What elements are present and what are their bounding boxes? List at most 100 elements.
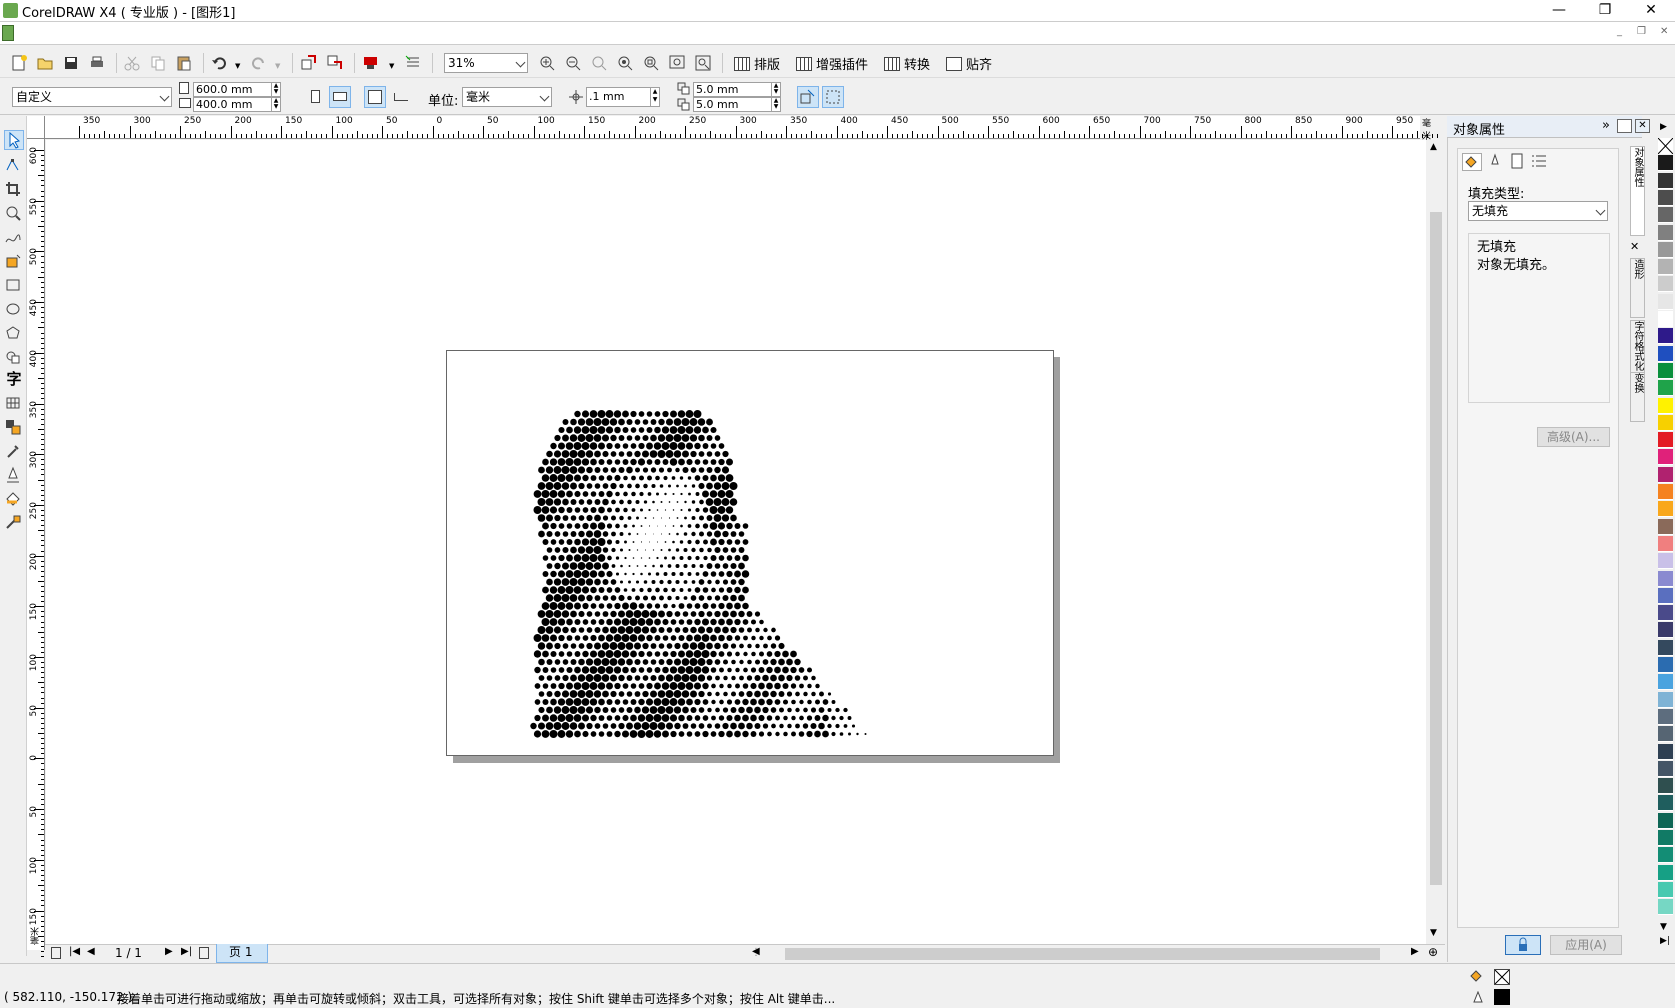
color-swatch[interactable] bbox=[1658, 414, 1673, 431]
application-launcher-icon[interactable] bbox=[362, 54, 382, 72]
page-tab[interactable]: 页 1 bbox=[216, 944, 268, 963]
page-size-preset-combo[interactable]: 自定义 bbox=[12, 87, 172, 107]
side-tab-object-properties[interactable]: 对象属性 bbox=[1630, 146, 1645, 236]
color-swatch[interactable] bbox=[1658, 311, 1673, 327]
enhanced-plugins-button[interactable]: 增强插件 bbox=[796, 54, 868, 73]
color-swatch[interactable] bbox=[1658, 812, 1673, 829]
color-swatch[interactable] bbox=[1658, 362, 1673, 379]
color-swatch[interactable] bbox=[1658, 760, 1673, 777]
docker-minimize-icon[interactable] bbox=[1617, 119, 1632, 133]
color-swatch[interactable] bbox=[1658, 830, 1673, 846]
zoom-in-icon[interactable] bbox=[538, 54, 558, 72]
color-swatch[interactable] bbox=[1658, 864, 1673, 881]
horizontal-scroll-thumb[interactable] bbox=[785, 948, 1380, 960]
halftone-portrait-image[interactable] bbox=[447, 351, 1055, 757]
restore-button[interactable]: ❐ bbox=[1583, 0, 1627, 21]
color-swatch[interactable] bbox=[1658, 743, 1673, 760]
color-swatch[interactable] bbox=[1658, 293, 1673, 310]
color-swatch[interactable] bbox=[1658, 276, 1673, 293]
color-swatch[interactable] bbox=[1658, 224, 1673, 241]
color-swatch[interactable] bbox=[1658, 778, 1673, 795]
zoom-selected-icon[interactable] bbox=[590, 54, 610, 72]
color-swatch[interactable] bbox=[1658, 380, 1673, 397]
basic-shapes-tool-icon[interactable] bbox=[4, 348, 24, 368]
color-swatch[interactable] bbox=[1658, 622, 1673, 639]
docker-expand-icon[interactable]: » bbox=[1602, 118, 1610, 133]
color-swatch[interactable] bbox=[1658, 570, 1673, 587]
minimize-button[interactable]: — bbox=[1537, 0, 1581, 21]
side-tab-shaping[interactable]: 造形 bbox=[1630, 258, 1645, 318]
palette-flyout-icon[interactable]: ▶ bbox=[1660, 122, 1667, 132]
color-swatch[interactable] bbox=[1658, 726, 1673, 743]
color-swatch[interactable] bbox=[1658, 553, 1673, 570]
crop-tool-icon[interactable] bbox=[4, 180, 24, 200]
color-swatch[interactable] bbox=[1658, 155, 1673, 172]
add-page-after-icon[interactable] bbox=[199, 947, 209, 959]
redo-dropdown-icon[interactable]: ▼ bbox=[275, 62, 280, 70]
undo-icon[interactable] bbox=[210, 54, 230, 72]
smart-fill-tool-icon[interactable] bbox=[4, 252, 24, 272]
zoom-page-width-icon[interactable] bbox=[668, 54, 688, 72]
layout-button[interactable]: 排版 bbox=[734, 54, 780, 73]
document-icon[interactable] bbox=[2, 25, 14, 41]
mdi-close-button[interactable]: ✕ bbox=[1660, 26, 1668, 37]
color-swatch[interactable] bbox=[1658, 328, 1673, 345]
no-color-swatch[interactable] bbox=[1658, 138, 1673, 154]
color-swatch[interactable] bbox=[1658, 657, 1673, 673]
side-tab-transform[interactable]: 变换 bbox=[1630, 372, 1645, 422]
color-swatch[interactable] bbox=[1658, 397, 1673, 414]
color-swatch[interactable] bbox=[1658, 535, 1673, 552]
color-swatch[interactable] bbox=[1658, 172, 1673, 189]
portrait-icon[interactable] bbox=[304, 86, 326, 108]
color-swatch[interactable] bbox=[1658, 587, 1673, 604]
last-page-icon[interactable]: ▶| bbox=[181, 946, 192, 957]
next-page-icon[interactable]: ▶ bbox=[165, 946, 173, 957]
color-swatch[interactable] bbox=[1658, 345, 1673, 362]
lock-button[interactable] bbox=[1505, 935, 1541, 955]
interactive-fill-tool-icon[interactable] bbox=[4, 514, 24, 534]
color-swatch[interactable] bbox=[1658, 674, 1673, 691]
add-page-before-icon[interactable] bbox=[51, 947, 61, 959]
color-swatch[interactable] bbox=[1658, 691, 1673, 708]
nudge-distance-field[interactable]: .1 mm ▲ ▼ bbox=[586, 87, 660, 107]
eyedropper-tool-icon[interactable] bbox=[4, 442, 24, 462]
drawing-page[interactable] bbox=[446, 350, 1054, 756]
color-swatch[interactable] bbox=[1658, 449, 1673, 466]
undo-dropdown-icon[interactable]: ▼ bbox=[235, 62, 240, 70]
interactive-blend-tool-icon[interactable] bbox=[4, 418, 24, 438]
navigator-icon[interactable]: ⊕ bbox=[1428, 945, 1438, 959]
color-swatch[interactable] bbox=[1658, 795, 1673, 812]
current-page-icon[interactable] bbox=[390, 86, 412, 108]
advanced-button[interactable]: 高级(A)... bbox=[1537, 427, 1610, 447]
save-icon[interactable] bbox=[62, 54, 82, 72]
snap-button[interactable]: 贴齐 bbox=[946, 54, 992, 73]
side-tab-close-icon[interactable]: ✕ bbox=[1630, 240, 1639, 253]
pick-tool-icon[interactable] bbox=[4, 130, 24, 150]
duplicate-distance-x-field[interactable]: 5.0 mm ▲ ▼ bbox=[693, 82, 781, 97]
cut-icon[interactable] bbox=[123, 54, 143, 72]
color-swatch[interactable] bbox=[1658, 501, 1673, 518]
copy-icon[interactable] bbox=[149, 54, 169, 72]
paste-icon[interactable] bbox=[175, 54, 195, 72]
redo-icon[interactable] bbox=[250, 54, 270, 72]
palette-scroll-down-icon[interactable]: ▼ bbox=[1660, 922, 1667, 932]
color-swatch[interactable] bbox=[1658, 518, 1673, 535]
color-swatch[interactable] bbox=[1658, 899, 1673, 916]
show-object-bounds-icon[interactable] bbox=[822, 86, 844, 108]
table-tool-icon[interactable] bbox=[4, 394, 24, 414]
color-swatch[interactable] bbox=[1658, 207, 1673, 224]
polygon-tool-icon[interactable] bbox=[4, 324, 24, 344]
all-pages-icon[interactable] bbox=[364, 86, 386, 108]
scroll-right-icon[interactable]: ▶ bbox=[1411, 946, 1419, 957]
fill-type-combo[interactable]: 无填充 bbox=[1468, 201, 1608, 221]
color-swatch[interactable] bbox=[1658, 708, 1673, 725]
convert-button[interactable]: 转换 bbox=[884, 54, 930, 73]
freehand-tool-icon[interactable] bbox=[4, 228, 24, 248]
summary-tab-icon[interactable] bbox=[1530, 153, 1550, 171]
zoom-out-icon[interactable] bbox=[564, 54, 584, 72]
color-swatch[interactable] bbox=[1658, 259, 1673, 276]
color-swatch[interactable] bbox=[1658, 432, 1673, 449]
page-height-field[interactable]: 400.0 mm ▲ ▼ bbox=[193, 97, 281, 112]
outline-tool-icon[interactable] bbox=[4, 466, 24, 486]
horizontal-ruler[interactable]: 350 300 250 200 150 100 50 0 50 100 150 200 250 300 35… bbox=[45, 116, 1439, 142]
